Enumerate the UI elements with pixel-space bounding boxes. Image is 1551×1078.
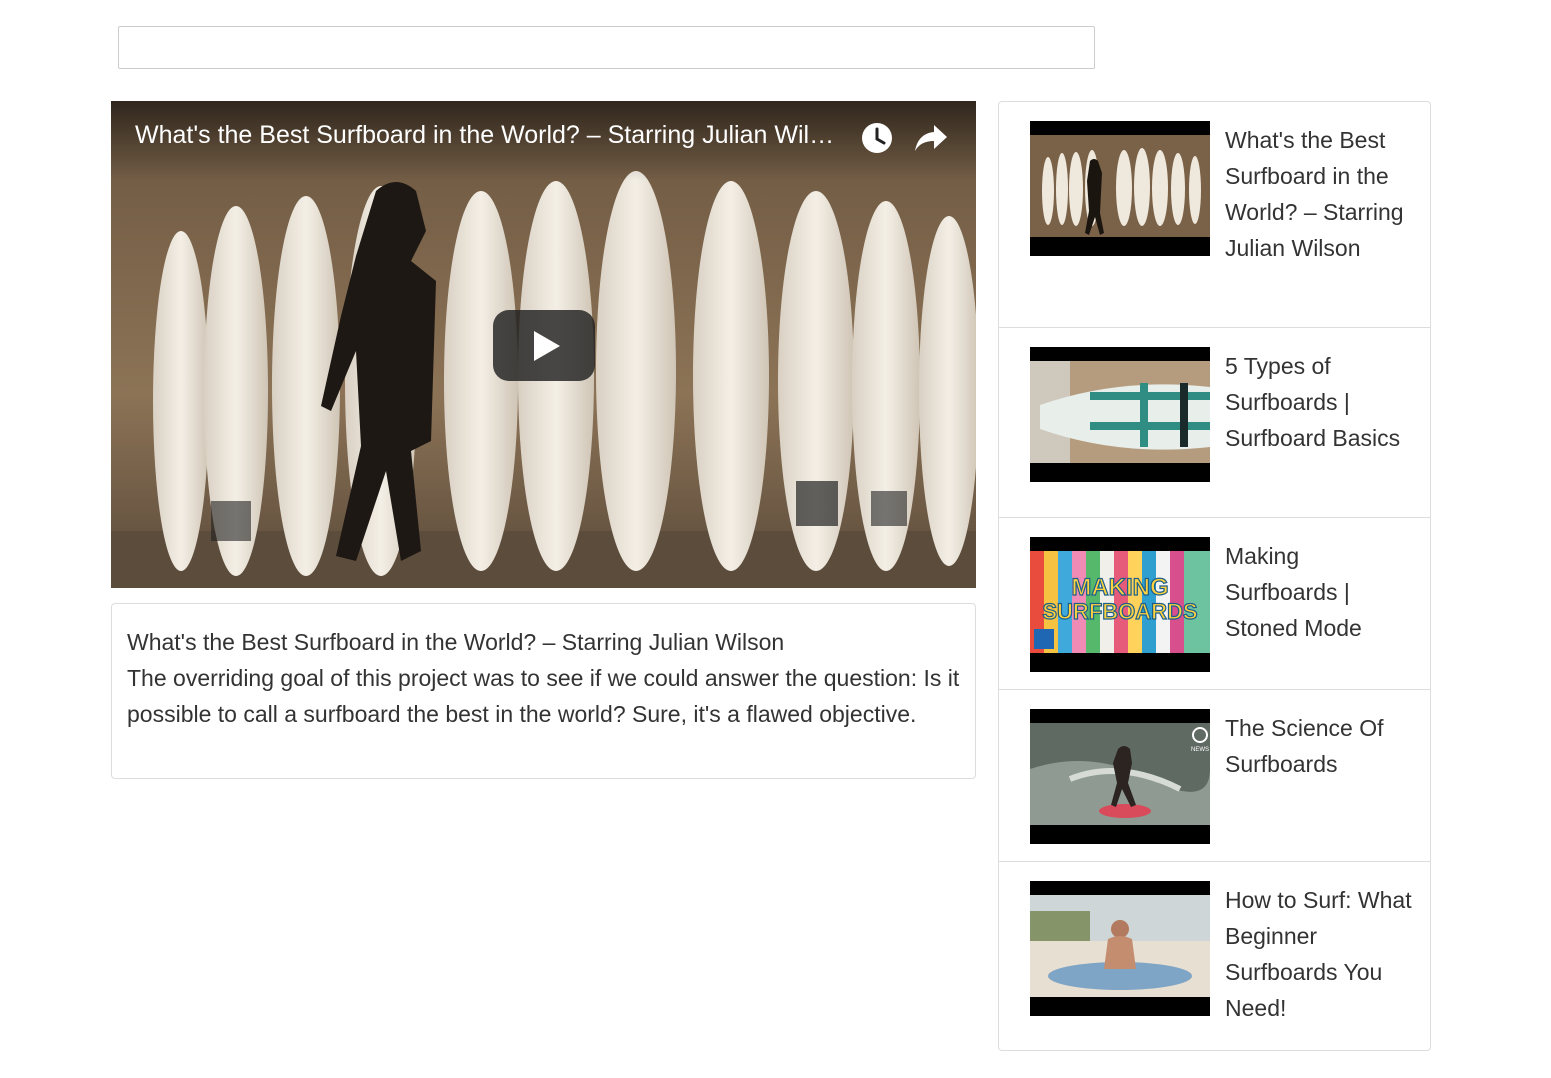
list-item[interactable]: What's the Best Surfboard in the World? … <box>999 102 1430 328</box>
video-list: What's the Best Surfboard in the World? … <box>998 101 1431 1051</box>
video-title[interactable]: What's the Best Surfboard in the World? … <box>1225 122 1415 266</box>
play-button[interactable] <box>493 310 595 381</box>
video-title[interactable]: Making Surfboards | Stoned Mode <box>1225 538 1415 646</box>
share-arrow-icon[interactable] <box>914 123 948 153</box>
video-title[interactable]: How to Surf: What Beginner Surfboards Yo… <box>1225 882 1415 1026</box>
video-thumbnail <box>1030 347 1210 482</box>
player-title[interactable]: What's the Best Surfboard in the World? … <box>135 121 845 150</box>
video-description: The overriding goal of this project was … <box>127 665 960 727</box>
video-player[interactable]: What's the Best Surfboard in the World? … <box>111 101 976 588</box>
video-thumbnail <box>1030 881 1210 1016</box>
video-title[interactable]: 5 Types of Surfboards | Surfboard Basics <box>1225 348 1415 456</box>
video-thumbnail: NEWS <box>1030 709 1210 844</box>
search-input[interactable] <box>118 26 1095 69</box>
video-thumbnail: MAKING SURFBOARDS <box>1030 537 1210 672</box>
thumbnail-text-making: MAKING <box>1071 574 1168 601</box>
video-details: What's the Best Surfboard in the World? … <box>111 603 976 779</box>
list-item[interactable]: MAKING SURFBOARDS Making Surfboards | St… <box>999 518 1430 690</box>
thumbnail-text-surfboards: SURFBOARDS <box>1042 599 1197 624</box>
list-item[interactable]: NEWS The Science Of Surfboards <box>999 690 1430 862</box>
thumbnail-text-news: NEWS <box>1191 747 1209 753</box>
video-detail-title: What's the Best Surfboard in the World? … <box>127 629 785 655</box>
list-item[interactable]: How to Surf: What Beginner Surfboards Yo… <box>999 862 1430 1050</box>
list-item[interactable]: 5 Types of Surfboards | Surfboard Basics <box>999 328 1430 518</box>
video-thumbnail <box>1030 121 1210 256</box>
video-title[interactable]: The Science Of Surfboards <box>1225 710 1415 782</box>
play-icon <box>534 331 560 361</box>
clock-icon[interactable] <box>861 122 893 154</box>
